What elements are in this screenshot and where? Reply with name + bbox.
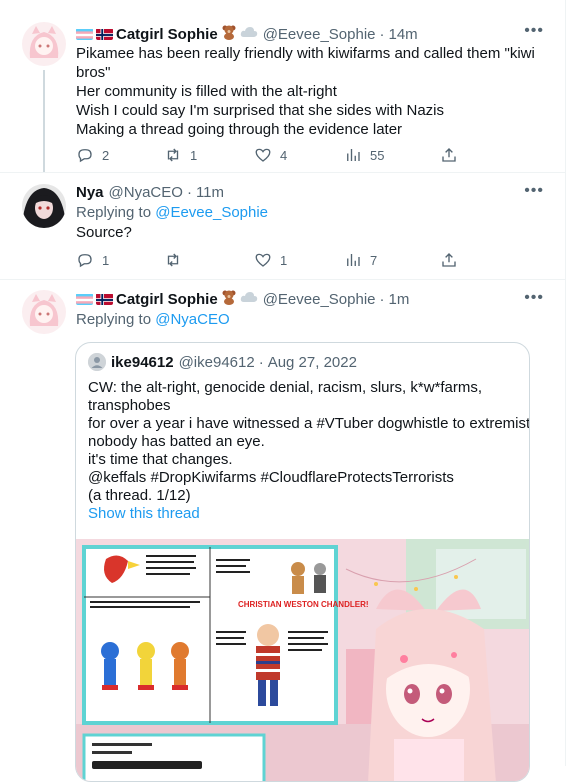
- teddy-bear-icon: [221, 289, 237, 309]
- views-count: 7: [370, 252, 378, 268]
- quote-display-name[interactable]: ike94612: [111, 354, 174, 371]
- timestamp[interactable]: 11m: [196, 184, 224, 201]
- quote-date[interactable]: Aug 27, 2022: [268, 354, 357, 371]
- quote-text-line: CW: the alt-right, genocide denial, raci…: [88, 379, 483, 396]
- display-name[interactable]: Catgirl Sophie: [116, 26, 218, 43]
- avatar-catgirl-sophie[interactable]: [22, 290, 66, 334]
- user-handle[interactable]: @Eevee_Sophie: [263, 291, 376, 308]
- show-thread-link[interactable]: Show this thread: [88, 505, 200, 522]
- retweet-button[interactable]: 1: [164, 146, 197, 164]
- replying-to-link[interactable]: @Eevee_Sophie: [155, 204, 268, 221]
- like-count: 4: [280, 147, 288, 163]
- retweet-button[interactable]: [164, 251, 190, 269]
- quote-tweet-card[interactable]: ike94612 @ike94612 · Aug 27, 2022 CW: th…: [75, 342, 530, 782]
- views-count: 55: [370, 147, 385, 163]
- tweet-text: Replying to @NyaCEO: [76, 310, 546, 329]
- share-icon: [442, 253, 456, 267]
- tweet-text: Pikamee has been really friendly with ki…: [76, 44, 546, 139]
- cloud-icon: [240, 290, 258, 308]
- like-button[interactable]: 1: [254, 251, 287, 269]
- display-name[interactable]: Catgirl Sophie: [116, 291, 218, 308]
- heart-icon: [255, 148, 271, 162]
- tweet-header: Nya @NyaCEO · 11m: [76, 183, 225, 201]
- tweet-text-line: Making a thread going through the eviden…: [76, 121, 403, 138]
- thread-connector: [43, 70, 45, 172]
- reply-button[interactable]: 1: [76, 251, 109, 269]
- display-name[interactable]: Nya: [76, 184, 104, 201]
- tweet-text-line: bros": [76, 64, 111, 81]
- views-button[interactable]: 55: [344, 146, 384, 164]
- quote-header: ike94612 @ike94612 · Aug 27, 2022: [88, 353, 357, 371]
- reply-icon: [78, 149, 92, 163]
- quote-text-line: for over a year i have witnessed a #VTub…: [88, 415, 530, 432]
- tweet-actions: 1 1 7: [76, 250, 476, 270]
- teddy-bear-icon: [221, 24, 237, 44]
- tweet-header: Catgirl Sophie @Eevee_Sophie · 14m: [76, 24, 546, 44]
- views-icon: [347, 149, 360, 161]
- share-button[interactable]: [440, 251, 458, 269]
- quote-text-line: it's time that changes.: [88, 451, 233, 468]
- views-icon: [347, 254, 360, 266]
- reply-icon: [78, 254, 92, 268]
- quote-text-line: transphobes: [88, 397, 171, 414]
- quote-text-line: (a thread. 1/12): [88, 487, 191, 504]
- quote-text: CW: the alt-right, genocide denial, raci…: [88, 379, 530, 505]
- views-button[interactable]: 7: [344, 251, 377, 269]
- trans-flag-icon: [76, 28, 93, 40]
- user-handle[interactable]: @Eevee_Sophie: [263, 26, 376, 43]
- cloud-icon: [240, 25, 258, 43]
- tweet-text: Replying to @Eevee_Sophie Source?: [76, 203, 546, 242]
- more-dots-icon[interactable]: •••: [524, 22, 544, 40]
- timestamp[interactable]: 14m: [389, 26, 418, 43]
- avatar-nya[interactable]: [22, 184, 66, 228]
- reply-count: 2: [102, 147, 110, 163]
- quote-user-handle[interactable]: @ike94612: [179, 354, 255, 371]
- replying-to-link[interactable]: @NyaCEO: [155, 311, 229, 328]
- more-dots-icon[interactable]: •••: [524, 182, 544, 200]
- tweet-1[interactable]: Catgirl Sophie @Eevee_Sophie · 14m ••• P…: [0, 0, 566, 172]
- tweet-actions: 2 1 4 55: [76, 145, 476, 165]
- timestamp[interactable]: 1m: [389, 291, 410, 308]
- comic-heading: CHRISTIAN WESTON CHANDLER!: [238, 600, 369, 609]
- user-handle[interactable]: @NyaCEO: [109, 184, 183, 201]
- quote-text-line: @keffals #DropKiwifarms #CloudflareProte…: [88, 469, 454, 486]
- tweet-text-line: Wish I could say I'm surprised that she …: [76, 102, 444, 119]
- like-button[interactable]: 4: [254, 146, 287, 164]
- share-icon: [442, 148, 456, 162]
- heart-icon: [255, 253, 271, 267]
- quote-text-line: nobody has batted an eye.: [88, 433, 265, 450]
- like-count: 1: [280, 252, 288, 268]
- more-dots-icon[interactable]: •••: [524, 289, 544, 307]
- norway-flag-icon: [96, 293, 113, 305]
- avatar-catgirl-sophie[interactable]: [22, 22, 66, 66]
- tweet-text-line: Her community is filled with the alt-rig…: [76, 83, 337, 100]
- tweet-text-line: Source?: [76, 224, 132, 241]
- tweet-2[interactable]: Nya @NyaCEO · 11m ••• Replying to @Eevee…: [0, 173, 566, 279]
- quote-media-image[interactable]: CHRISTIAN WESTON CHANDLER!: [76, 539, 529, 781]
- default-avatar-icon: [88, 353, 106, 371]
- replying-to-label: Replying to: [76, 311, 152, 328]
- trans-flag-icon: [76, 293, 93, 305]
- reply-count: 1: [102, 252, 110, 268]
- tweet-header: Catgirl Sophie @Eevee_Sophie · 1m: [76, 289, 546, 309]
- retweet-icon: [167, 253, 179, 267]
- replying-to-label: Replying to: [76, 204, 152, 221]
- retweet-icon: [167, 148, 179, 162]
- share-button[interactable]: [440, 146, 458, 164]
- norway-flag-icon: [96, 28, 113, 40]
- tweet-text-line: Pikamee has been really friendly with ki…: [76, 45, 535, 62]
- reply-button[interactable]: 2: [76, 146, 109, 164]
- retweet-count: 1: [190, 147, 198, 163]
